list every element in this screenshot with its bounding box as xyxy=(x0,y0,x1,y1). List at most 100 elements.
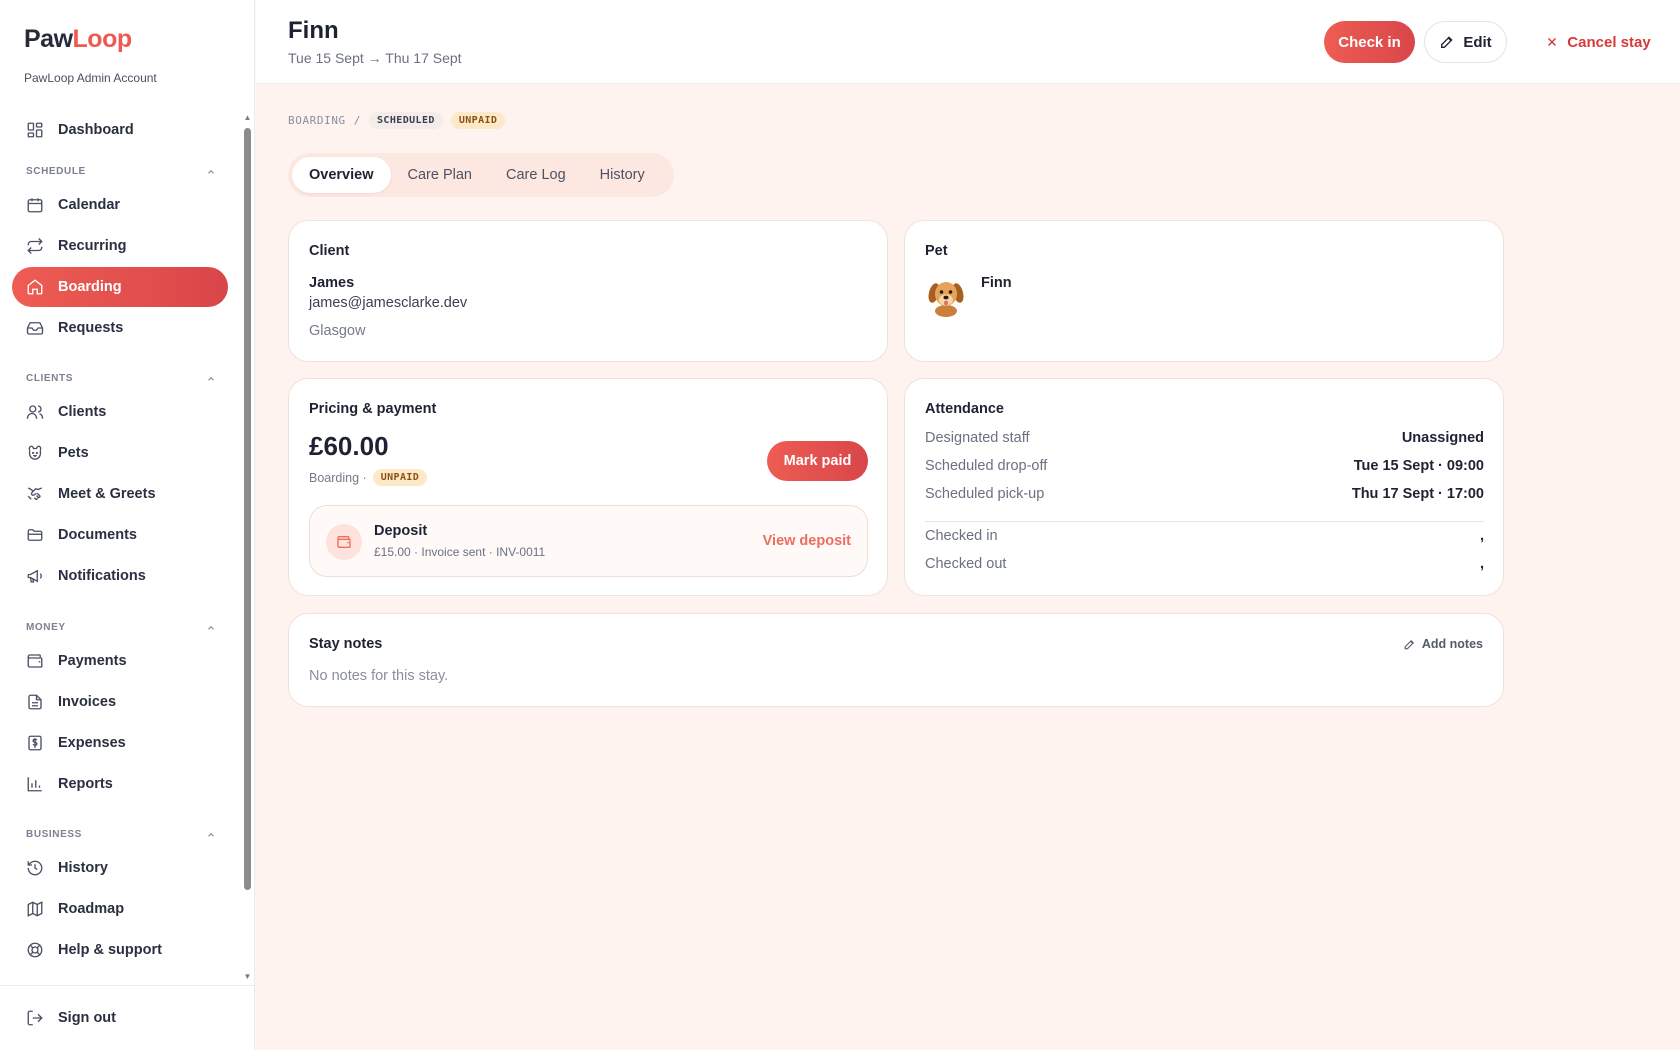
tab-overview[interactable]: Overview xyxy=(292,157,391,193)
attendance-value: Tue 15 Sept · 09:00 xyxy=(1353,458,1484,474)
sidebar-item-payments[interactable]: Payments xyxy=(12,641,228,681)
sign-out-button[interactable]: Sign out xyxy=(12,998,228,1038)
sidebar-item-label: Documents xyxy=(58,527,137,543)
sidebar-item-help[interactable]: Help & support xyxy=(12,930,228,970)
tab-care-plan[interactable]: Care Plan xyxy=(391,157,489,193)
section-label: MONEY xyxy=(26,622,66,633)
add-notes-label: Add notes xyxy=(1421,637,1483,651)
sidebar-item-requests[interactable]: Requests xyxy=(12,308,228,348)
client-name[interactable]: James xyxy=(309,275,354,291)
tab-care-log[interactable]: Care Log xyxy=(489,157,583,193)
section-money[interactable]: MONEY xyxy=(26,622,216,633)
sidebar-item-dashboard[interactable]: Dashboard xyxy=(12,110,228,150)
file-icon xyxy=(26,693,44,711)
inbox-icon xyxy=(26,319,44,337)
brand-logo[interactable]: PawLoop xyxy=(24,22,132,54)
pet-avatar[interactable] xyxy=(927,275,965,317)
attendance-row: Designated staff Unassigned xyxy=(925,430,1484,446)
sidebar-item-history[interactable]: History xyxy=(12,848,228,888)
attendance-row: Checked in , xyxy=(925,528,1484,544)
page-header: Finn Tue 15 Sept → Thu 17 Sept Check in … xyxy=(256,0,1680,84)
cancel-stay-button[interactable]: Cancel stay xyxy=(1528,21,1668,63)
edit-button[interactable]: Edit xyxy=(1424,21,1507,63)
notes-empty-text: No notes for this stay. xyxy=(309,668,449,684)
view-deposit-link[interactable]: View deposit xyxy=(763,533,851,549)
sidebar-item-label: Recurring xyxy=(58,238,127,254)
sign-out-label: Sign out xyxy=(58,1010,116,1026)
sidebar-nav: Dashboard SCHEDULE Calendar Recurring Bo… xyxy=(0,110,245,985)
sidebar-item-recurring[interactable]: Recurring xyxy=(12,226,228,266)
client-card: Client James james@jamesclarke.dev Glasg… xyxy=(288,220,888,362)
deposit-row: Deposit £15.00 · Invoice sent · INV-0011… xyxy=(309,505,868,577)
status-badge: SCHEDULED xyxy=(369,112,443,129)
price-amount: £60.00 xyxy=(309,431,389,461)
attendance-label: Scheduled pick-up xyxy=(925,486,1045,502)
dashboard-icon xyxy=(26,121,44,139)
stay-dates: Tue 15 Sept → Thu 17 Sept xyxy=(288,50,462,66)
pricing-card: Pricing & payment £60.00 Boarding · UNPA… xyxy=(288,378,888,596)
sidebar-scrollbar[interactable] xyxy=(244,128,251,890)
wallet-icon xyxy=(326,524,362,560)
history-icon xyxy=(26,859,44,877)
sidebar-item-boarding[interactable]: Boarding xyxy=(12,267,228,307)
handshake-icon xyxy=(26,485,44,503)
sidebar-item-clients[interactable]: Clients xyxy=(12,392,228,432)
attendance-row: Scheduled drop-off Tue 15 Sept · 09:00 xyxy=(925,458,1484,474)
sidebar-item-reports[interactable]: Reports xyxy=(12,764,228,804)
pet-name[interactable]: Finn xyxy=(981,275,1012,291)
card-title: Stay notes xyxy=(309,636,383,652)
breadcrumb-section[interactable]: BOARDING xyxy=(288,114,346,127)
scroll-up-arrow[interactable]: ▲ xyxy=(243,113,252,122)
brand-name-paw: Paw xyxy=(24,25,73,53)
mark-paid-button[interactable]: Mark paid xyxy=(767,441,868,481)
attendance-row: Checked out , xyxy=(925,556,1484,572)
calendar-icon xyxy=(26,196,44,214)
deposit-title: Deposit xyxy=(374,523,428,539)
megaphone-icon xyxy=(26,567,44,585)
tab-history[interactable]: History xyxy=(583,157,662,193)
attendance-value: , xyxy=(1479,556,1484,572)
edit-label: Edit xyxy=(1463,33,1492,51)
chevron-up-icon xyxy=(206,623,216,633)
add-notes-button[interactable]: Add notes xyxy=(1403,637,1483,651)
sidebar-item-pets[interactable]: Pets xyxy=(12,433,228,473)
folder-icon xyxy=(26,526,44,544)
sidebar-item-documents[interactable]: Documents xyxy=(12,515,228,555)
sidebar-item-label: Meet & Greets xyxy=(58,486,156,502)
sidebar-item-label: Dashboard xyxy=(58,122,134,138)
pet-card: Pet Finn xyxy=(904,220,1504,362)
sidebar-item-label: Help & support xyxy=(58,942,162,958)
card-title: Pet xyxy=(925,243,948,259)
close-icon xyxy=(1545,35,1559,49)
sidebar-item-invoices[interactable]: Invoices xyxy=(12,682,228,722)
sidebar-item-roadmap[interactable]: Roadmap xyxy=(12,889,228,929)
scroll-down-arrow[interactable]: ▼ xyxy=(243,972,252,981)
page-title: Finn xyxy=(288,17,339,44)
breadcrumb-separator: / xyxy=(353,114,362,127)
sidebar-item-label: Boarding xyxy=(58,279,122,295)
attendance-value: Thu 17 Sept · 17:00 xyxy=(1351,486,1484,502)
sidebar-item-calendar[interactable]: Calendar xyxy=(12,185,228,225)
section-clients[interactable]: CLIENTS xyxy=(26,373,216,384)
section-schedule[interactable]: SCHEDULE xyxy=(26,166,216,177)
sidebar-item-notifications[interactable]: Notifications xyxy=(12,556,228,596)
users-icon xyxy=(26,403,44,421)
pencil-icon xyxy=(1403,638,1416,651)
sidebar-item-label: Notifications xyxy=(58,568,146,584)
sidebar-footer: Sign out xyxy=(0,985,254,1050)
tab-bar: Overview Care Plan Care Log History xyxy=(288,153,674,197)
sidebar-item-expenses[interactable]: Expenses xyxy=(12,723,228,763)
cancel-stay-label: Cancel stay xyxy=(1567,33,1651,51)
sidebar-item-label: Payments xyxy=(58,653,127,669)
client-email[interactable]: james@jamesclarke.dev xyxy=(309,295,467,311)
sign-out-icon xyxy=(26,1009,44,1027)
card-title: Attendance xyxy=(925,401,1004,417)
sidebar-item-label: Calendar xyxy=(58,197,121,213)
sidebar-item-label: Clients xyxy=(58,404,107,420)
sidebar-item-label: Requests xyxy=(58,320,124,336)
sidebar-item-label: Pets xyxy=(58,445,89,461)
sidebar-item-meet-greets[interactable]: Meet & Greets xyxy=(12,474,228,514)
check-in-button[interactable]: Check in xyxy=(1324,21,1415,63)
payment-badge: UNPAID xyxy=(450,112,506,129)
section-business[interactable]: BUSINESS xyxy=(26,829,216,840)
